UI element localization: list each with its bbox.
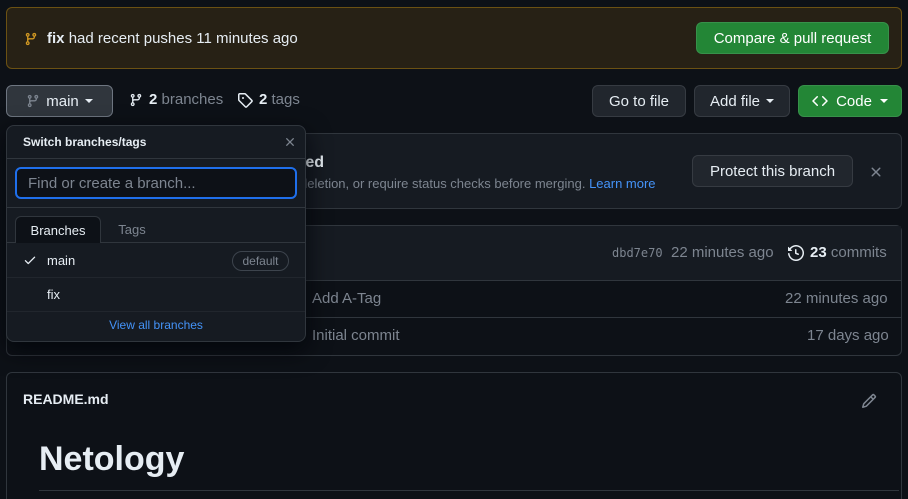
branch-item-main[interactable]: main (47, 253, 75, 268)
pencil-icon[interactable] (861, 393, 877, 409)
tags-label: tags (271, 91, 300, 108)
git-branch-icon (129, 92, 143, 108)
git-branch-icon (26, 93, 40, 109)
add-file-button[interactable]: Add file (694, 85, 790, 117)
file-row-commit-message[interactable]: Initial commit (312, 327, 400, 344)
protect-branch-button[interactable]: Protect this branch (692, 155, 853, 187)
chevron-down-icon (766, 99, 775, 103)
commits-label: commits (830, 244, 887, 261)
code-button[interactable]: Code (798, 85, 902, 117)
branches-count: 2 (149, 91, 158, 108)
protect-text: deletion, or require status checks befor… (300, 176, 586, 191)
check-icon (23, 253, 37, 267)
protect-description: deletion, or require status checks befor… (300, 176, 656, 191)
git-branch-icon (24, 31, 38, 47)
chevron-down-icon (84, 99, 93, 103)
divider (7, 158, 305, 159)
history-icon (788, 244, 804, 261)
divider (7, 207, 305, 208)
readme-filename[interactable]: README.md (23, 391, 109, 407)
default-badge: default (232, 251, 289, 271)
branch-select-label: main (46, 92, 79, 110)
compare-pull-request-button[interactable]: Compare & pull request (696, 22, 889, 54)
close-icon[interactable] (283, 135, 297, 149)
commits-count: 23 (810, 244, 827, 261)
branches-label: branches (161, 91, 224, 108)
branches-link[interactable]: 2 branches (129, 91, 223, 108)
branch-item-fix[interactable]: fix (47, 287, 60, 302)
divider (7, 311, 305, 312)
heading-rule (39, 490, 899, 491)
tab-branches[interactable]: Branches (15, 216, 101, 243)
banner-text: fix had recent pushes 11 minutes ago (47, 30, 298, 47)
readme-panel (6, 372, 902, 499)
commit-hash[interactable]: dbd7e70 (612, 246, 663, 260)
tab-tags[interactable]: Tags (103, 216, 161, 243)
commit-time: 22 minutes ago (671, 244, 774, 261)
branch-filter-input[interactable] (15, 167, 297, 199)
code-icon (812, 93, 828, 109)
tags-count: 2 (259, 91, 268, 108)
go-to-file-button[interactable]: Go to file (592, 85, 686, 117)
file-row-commit-message[interactable]: Add A-Tag (312, 290, 381, 307)
close-icon[interactable] (868, 164, 884, 180)
tag-icon (237, 92, 253, 108)
file-row-time: 22 minutes ago (785, 290, 888, 307)
code-label: Code (836, 92, 872, 110)
add-file-label: Add file (709, 92, 761, 110)
branch-select-button[interactable]: main (6, 85, 113, 117)
file-row-time: 17 days ago (807, 327, 889, 344)
dropdown-title: Switch branches/tags (23, 135, 147, 149)
chevron-down-icon (879, 99, 888, 103)
banner-message: had recent pushes 11 minutes ago (68, 30, 298, 47)
view-all-branches-link[interactable]: View all branches (7, 318, 305, 332)
learn-more-link[interactable]: Learn more (589, 176, 655, 191)
readme-heading: Netology (39, 440, 185, 478)
banner-branch-name[interactable]: fix (47, 30, 65, 47)
divider (7, 277, 305, 278)
tags-link[interactable]: 2 tags (237, 91, 300, 108)
commits-link[interactable]: 23 commits (788, 244, 887, 261)
